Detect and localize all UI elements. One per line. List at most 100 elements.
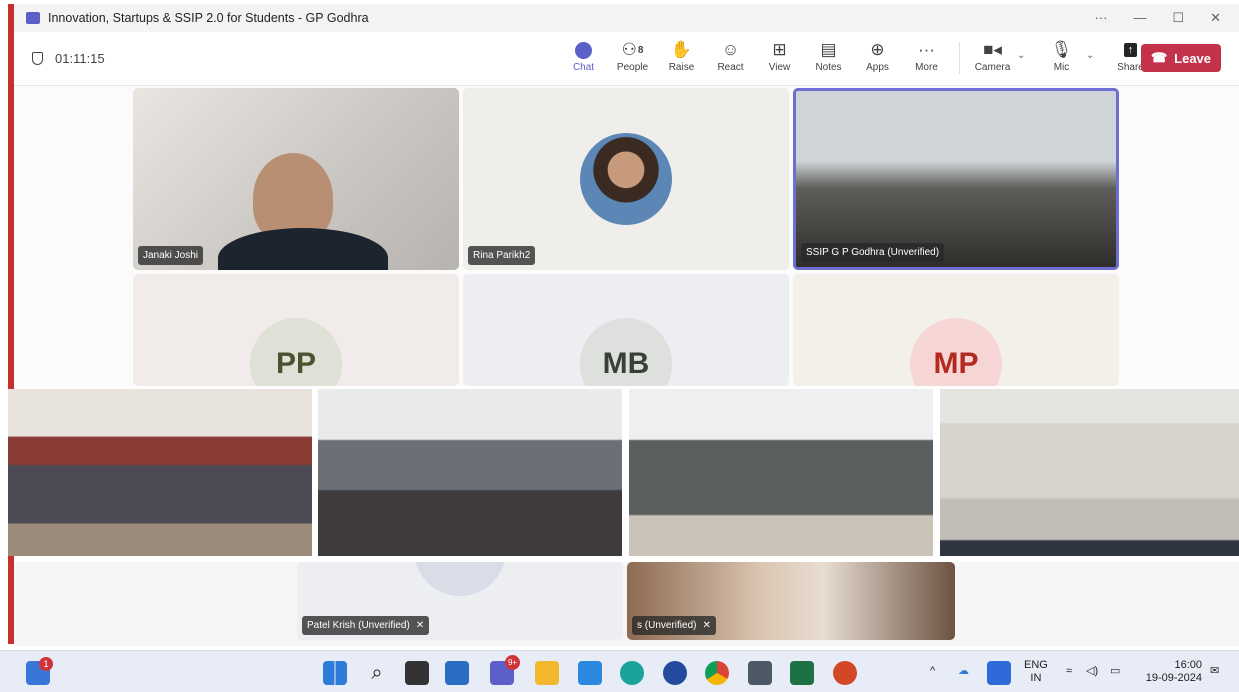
participant-video-body xyxy=(218,228,388,270)
apps-button[interactable]: ⊕ Apps xyxy=(853,38,902,73)
leave-label: Leave xyxy=(1174,50,1212,66)
clock-date: 19-09-2024 xyxy=(1145,672,1202,684)
raise-hand-button[interactable]: ✋ Raise xyxy=(657,38,706,73)
notes-button[interactable]: ▤ Notes xyxy=(804,38,853,73)
participant-name: Janaki Joshi xyxy=(143,250,199,261)
video-stage: Janaki Joshi Rina Parikh2 SSIP G P Godhr… xyxy=(14,86,1239,386)
participant-name-chip: Janaki Joshi xyxy=(138,246,204,265)
participant-tile[interactable]: MB xyxy=(463,274,789,386)
notifications-icon[interactable]: ✉ xyxy=(1210,665,1219,678)
wifi-icon[interactable]: ≈ xyxy=(1066,665,1072,678)
avatar: MP xyxy=(910,318,1002,386)
people-count: 8 xyxy=(637,44,644,56)
react-button[interactable]: ☺ React xyxy=(706,38,755,73)
chat-button[interactable]: Chat xyxy=(559,38,608,73)
onedrive-icon[interactable]: ☁ xyxy=(958,665,969,678)
participant-name-chip: s (Unverified) ✕ xyxy=(632,616,716,635)
battery-icon[interactable]: ▭ xyxy=(1110,665,1120,678)
view-label: View xyxy=(768,62,791,73)
share-icon: ↑ xyxy=(1123,43,1138,57)
chat-icon xyxy=(575,41,592,59)
language-code: ENG xyxy=(1024,659,1048,671)
avatar xyxy=(580,133,672,225)
more-button[interactable]: ··· More xyxy=(902,38,951,73)
mail-icon[interactable] xyxy=(578,661,602,685)
participant-name-chip: SSIP G P Godhra (Unverified) xyxy=(801,243,945,262)
leave-button[interactable]: ☎ Leave xyxy=(1141,44,1221,72)
avatar: PP xyxy=(250,318,342,386)
participant-tile[interactable]: Rina Parikh2 xyxy=(463,88,789,270)
excel-icon[interactable] xyxy=(790,661,814,685)
tray-chevron-icon[interactable]: ^ xyxy=(930,665,935,678)
task-view-icon[interactable] xyxy=(405,661,429,685)
clock-time: 16:00 xyxy=(1174,659,1202,671)
smiley-icon: ☺ xyxy=(721,40,740,59)
phone-hangup-icon: ☎ xyxy=(1150,50,1168,65)
outlook-icon[interactable] xyxy=(445,661,469,685)
language-indicator[interactable]: ENG IN xyxy=(1024,659,1048,685)
word-icon[interactable] xyxy=(663,661,687,685)
avatar: MB xyxy=(580,318,672,386)
clock[interactable]: 16:00 19-09-2024 xyxy=(1142,659,1202,685)
people-button[interactable]: ⚇ 8 People xyxy=(608,38,657,73)
mic-icon: 🎙 xyxy=(1050,40,1073,59)
chrome-icon[interactable] xyxy=(705,661,729,685)
file-explorer-icon[interactable] xyxy=(535,661,559,685)
more-label: More xyxy=(915,62,938,73)
mic-button[interactable]: 🎙 Mic xyxy=(1037,38,1086,73)
calculator-icon[interactable] xyxy=(748,661,772,685)
window-title: Innovation, Startups & SSIP 2.0 for Stud… xyxy=(48,11,369,25)
participant-tile[interactable]: SSIP G P Godhra (Unverified) xyxy=(793,88,1119,270)
minimize-button[interactable]: — xyxy=(1133,10,1146,26)
powerpoint-icon[interactable] xyxy=(833,661,857,685)
search-icon[interactable]: ⌕ xyxy=(365,661,389,685)
people-icon: ⚇ xyxy=(621,40,637,59)
participant-tile[interactable]: Janaki Joshi xyxy=(133,88,459,270)
hand-icon: ✋ xyxy=(670,40,693,59)
participant-name: Rina Parikh2 xyxy=(473,250,531,261)
event-photo xyxy=(8,389,312,556)
people-label: People xyxy=(616,62,649,73)
meeting-toolbar: 01:11:15 Chat ⚇ 8 People ✋ Raise ☺ React … xyxy=(14,32,1239,86)
avatar xyxy=(414,562,506,596)
camera-button[interactable]: ■◂ Camera xyxy=(968,38,1017,73)
react-label: React xyxy=(717,62,744,73)
edge-icon[interactable] xyxy=(620,661,644,685)
region-code: IN xyxy=(1030,672,1042,684)
maximize-button[interactable]: ☐ xyxy=(1172,10,1184,26)
close-window-button[interactable]: ✕ xyxy=(1210,10,1221,26)
event-photo xyxy=(629,389,933,556)
participant-name: Patel Krish (Unverified) xyxy=(307,620,410,631)
apps-label: Apps xyxy=(866,62,889,73)
mic-active-icon[interactable] xyxy=(987,661,1011,685)
toolbar-divider xyxy=(959,42,960,74)
notification-badge: 1 xyxy=(39,657,53,671)
participant-tile[interactable]: s (Unverified) ✕ xyxy=(627,562,955,640)
participant-name-chip: Patel Krish (Unverified) ✕ xyxy=(302,616,430,635)
window-controls: ··· — ☐ ✕ xyxy=(1094,10,1239,26)
camera-label: Camera xyxy=(974,62,1011,73)
camera-options-chevron-icon[interactable]: ⌄ xyxy=(1017,38,1037,72)
participant-name-chip: Rina Parikh2 xyxy=(468,246,536,265)
plus-icon: ⊕ xyxy=(870,40,885,59)
teams-logo-icon xyxy=(26,12,40,24)
meeting-controls: Chat ⚇ 8 People ✋ Raise ☺ React ⊞ View ▤ … xyxy=(559,38,1155,74)
mic-muted-icon: ✕ xyxy=(702,620,711,631)
view-button[interactable]: ⊞ View xyxy=(755,38,804,73)
meeting-duration: 01:11:15 xyxy=(55,51,105,66)
more-options-button[interactable]: ··· xyxy=(1094,10,1107,26)
start-icon[interactable] xyxy=(323,661,347,685)
participant-tile[interactable]: Patel Krish (Unverified) ✕ xyxy=(297,562,623,640)
event-photo xyxy=(940,389,1239,556)
participant-tile[interactable]: MP xyxy=(793,274,1119,386)
mic-options-chevron-icon[interactable]: ⌄ xyxy=(1086,38,1106,72)
participant-tile[interactable]: PP xyxy=(133,274,459,386)
volume-icon[interactable]: ◁) xyxy=(1086,665,1098,678)
chat-label: Chat xyxy=(572,62,595,73)
grid-icon: ⊞ xyxy=(772,40,787,59)
window-titlebar: Innovation, Startups & SSIP 2.0 for Stud… xyxy=(14,4,1239,32)
notes-icon: ▤ xyxy=(820,40,837,59)
participant-name: SSIP G P Godhra (Unverified) xyxy=(806,247,940,258)
teams-badge: 9+ xyxy=(505,655,520,670)
os-taskbar: 1 ⌕ 9+ ^ ☁ ENG IN ≈ ◁) ▭ 16:00 19-09-202… xyxy=(0,650,1239,692)
